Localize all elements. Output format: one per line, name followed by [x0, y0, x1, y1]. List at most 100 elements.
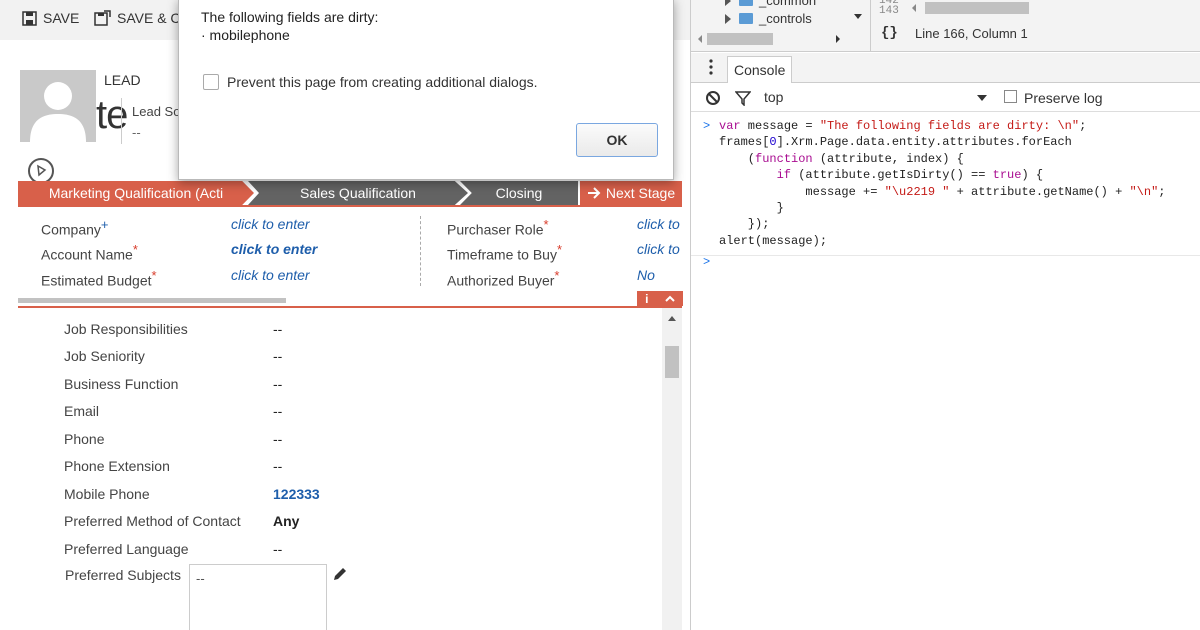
play-icon: [37, 164, 47, 177]
scrollbar-thumb[interactable]: [665, 346, 679, 378]
account-name-value[interactable]: click to enter: [231, 241, 317, 257]
chevron-down-icon[interactable]: [977, 95, 987, 101]
more-vertical-icon[interactable]: [709, 59, 713, 75]
preferred-language-value[interactable]: --: [273, 541, 282, 557]
record-title[interactable]: te: [96, 93, 128, 138]
save-icon: [22, 10, 37, 26]
dialog-message-line-1: The following fields are dirty:: [201, 9, 379, 25]
line-number: 143: [879, 5, 899, 17]
preferred-subjects-value: --: [196, 571, 205, 586]
save-and-close-button[interactable]: SAVE & CL: [94, 8, 188, 28]
preferred-subjects-field[interactable]: --: [189, 564, 327, 630]
horizontal-scrollbar[interactable]: [18, 298, 286, 303]
scroll-left-arrow-icon[interactable]: [695, 32, 705, 46]
company-value[interactable]: click to enter: [231, 216, 310, 232]
estimated-budget-value[interactable]: click to enter: [231, 267, 310, 283]
process-underline: [18, 205, 682, 207]
next-stage-button[interactable]: Next Stage: [578, 181, 682, 205]
timeframe-to-buy-label: Timeframe to Buy*: [447, 242, 562, 263]
pencil-icon[interactable]: [332, 566, 348, 582]
save-button[interactable]: SAVE: [22, 8, 79, 28]
code-line: frames[0].Xrm.Page.data.entity.attribute…: [719, 135, 1072, 150]
context-selector[interactable]: top: [764, 89, 783, 105]
scrollbar-thumb[interactable]: [707, 33, 773, 45]
file-tree: _common _controls: [691, 0, 871, 52]
code-line: if (attribute.getIsDirty() == true) {: [776, 168, 1044, 183]
email-label: Email: [64, 403, 100, 419]
dropdown-arrow-icon[interactable]: [854, 14, 862, 19]
arrow-right-icon: [587, 187, 601, 199]
chevron-up-icon[interactable]: [665, 295, 675, 302]
stage-label: Closing: [495, 185, 543, 201]
input-prompt-icon: >: [703, 119, 711, 133]
email-value[interactable]: --: [273, 403, 282, 419]
ok-button[interactable]: OK: [576, 123, 658, 157]
expand-arrow-icon[interactable]: [725, 0, 731, 6]
filter-icon[interactable]: [735, 90, 751, 106]
code-line: (function (attribute, index) {: [719, 151, 964, 166]
preserve-log-checkbox[interactable]: [1004, 90, 1017, 103]
estimated-budget-label: Estimated Budget*: [41, 268, 157, 289]
phone-label: Phone: [64, 431, 105, 447]
business-function-value[interactable]: --: [273, 376, 282, 392]
avatar: [20, 70, 96, 142]
column-divider: [420, 216, 421, 286]
preserve-log-label[interactable]: Preserve log: [1024, 90, 1103, 106]
prevent-dialogs-label[interactable]: Prevent this page from creating addition…: [227, 74, 538, 90]
mobile-phone-value[interactable]: 122333: [273, 486, 320, 502]
mobile-phone-label: Mobile Phone: [64, 486, 150, 502]
preferred-contact-method-label: Preferred Method of Contact: [64, 513, 241, 529]
tree-item-folder[interactable]: _controls: [725, 11, 812, 26]
code-line: });: [719, 217, 770, 232]
job-responsibilities-label: Job Responsibilities: [64, 321, 188, 337]
tree-horizontal-scrollbar[interactable]: [691, 32, 855, 46]
code-line: alert(message);: [719, 233, 828, 248]
prevent-dialogs-checkbox[interactable]: [203, 74, 219, 90]
code-line: var message = "The following fields are …: [719, 119, 1087, 133]
authorized-buyer-value[interactable]: No: [637, 267, 655, 283]
field-label-text: Authorized Buyer: [447, 272, 555, 289]
lead-source-value[interactable]: --: [132, 125, 141, 140]
folder-icon: [739, 0, 753, 6]
scroll-left-arrow-icon[interactable]: [909, 1, 919, 15]
lead-source-label: Lead So: [132, 104, 181, 119]
stage-sales-qualification[interactable]: Sales Qualification: [248, 181, 468, 205]
process-controls: i: [637, 291, 683, 306]
code-editor: 142 143 {} Line 166, Column 1: [871, 0, 1200, 52]
console-output[interactable]: > var message = "The following fields ar…: [691, 113, 1200, 630]
required-marker: *: [554, 268, 560, 283]
field-label-text: Purchaser Role: [447, 221, 544, 238]
code-line: message += "\u2219 " + attribute.getName…: [719, 184, 1166, 199]
account-name-label: Account Name*: [41, 242, 138, 263]
info-icon[interactable]: i: [645, 292, 648, 306]
scroll-up-arrow-icon[interactable]: [668, 316, 676, 321]
console-prompt-icon[interactable]: >: [703, 254, 710, 270]
job-responsibilities-value[interactable]: --: [273, 321, 282, 337]
expand-arrow-icon[interactable]: [725, 13, 731, 24]
recommended-marker: +: [100, 217, 109, 232]
scrollbar-thumb[interactable]: [925, 2, 1029, 14]
header-divider: [121, 98, 122, 144]
job-seniority-label: Job Seniority: [64, 348, 145, 364]
timeframe-to-buy-value[interactable]: click to: [637, 241, 680, 257]
job-seniority-value[interactable]: --: [273, 348, 282, 364]
phone-value[interactable]: --: [273, 431, 282, 447]
tab-console[interactable]: Console: [727, 56, 793, 83]
company-label: Company+: [41, 217, 109, 238]
crm-form: SAVE SAVE & CL LEAD te Lead So -- Market…: [0, 0, 690, 630]
authorized-buyer-label: Authorized Buyer*: [447, 268, 559, 289]
pretty-print-icon[interactable]: {}: [881, 25, 898, 41]
clear-console-icon[interactable]: [705, 90, 721, 106]
next-stage-label: Next Stage: [605, 185, 676, 201]
vertical-scrollbar[interactable]: [662, 308, 682, 630]
stage-marketing-qualification[interactable]: Marketing Qualification (Acti: [18, 181, 254, 205]
purchaser-role-value[interactable]: click to: [637, 216, 680, 232]
phone-extension-value[interactable]: --: [273, 458, 282, 474]
stage-closing[interactable]: Closing: [460, 181, 578, 205]
dialog-message-line-2: · mobilephone: [201, 27, 290, 43]
scroll-right-arrow-icon[interactable]: [833, 32, 843, 46]
preferred-language-label: Preferred Language: [64, 541, 189, 557]
preferred-contact-method-value[interactable]: Any: [273, 513, 299, 529]
tree-item-folder[interactable]: _common: [725, 0, 816, 8]
entity-type-label: LEAD: [104, 72, 141, 88]
